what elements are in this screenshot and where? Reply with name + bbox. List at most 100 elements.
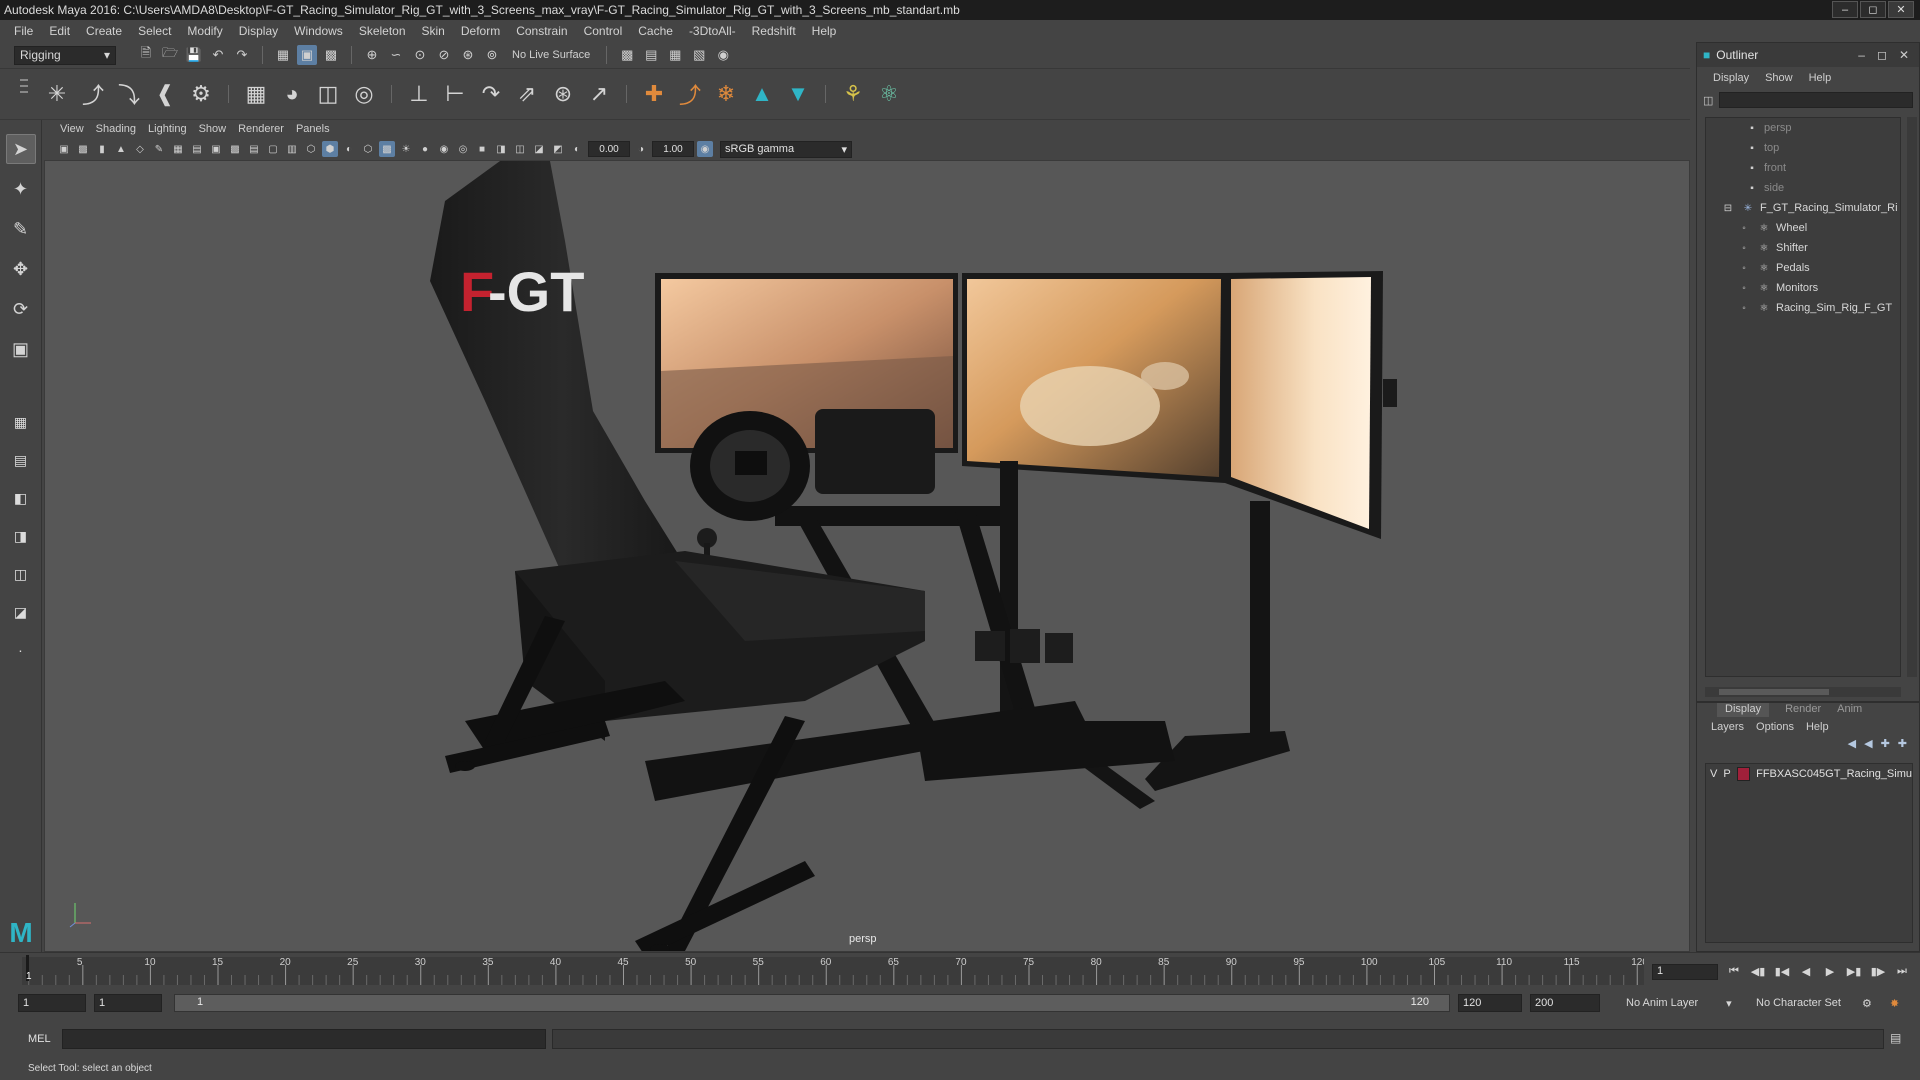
bookmark-icon[interactable]: ▮ bbox=[94, 141, 110, 157]
new-scene-icon[interactable]: 🗎 bbox=[136, 45, 156, 65]
layer-row[interactable]: V P FFBXASC045GT_Racing_Simu bbox=[1706, 764, 1912, 784]
paint-weights-icon[interactable]: ◕ bbox=[277, 79, 307, 109]
panel-menu-shading[interactable]: Shading bbox=[90, 123, 142, 135]
xray-joints-icon[interactable]: ◪ bbox=[531, 141, 547, 157]
menu-help[interactable]: Help bbox=[804, 24, 845, 38]
playback-start-field[interactable]: 1 bbox=[94, 994, 162, 1012]
grease-pencil-icon[interactable]: ✎ bbox=[151, 141, 167, 157]
menu-file[interactable]: File bbox=[6, 24, 41, 38]
snap-grid-icon[interactable]: ⊕ bbox=[362, 45, 382, 65]
close-icon[interactable]: ✕ bbox=[1899, 48, 1909, 62]
range-bar[interactable]: 1 120 bbox=[174, 994, 1450, 1012]
menu-3dtoall[interactable]: -3DtoAll- bbox=[681, 24, 744, 38]
lattice-icon[interactable]: ◫ bbox=[313, 79, 343, 109]
two-d-pan-icon[interactable]: ◇ bbox=[132, 141, 148, 157]
undo-icon[interactable]: ↶ bbox=[208, 45, 228, 65]
motion-blur-icon[interactable]: ◎ bbox=[455, 141, 471, 157]
render-settings-icon[interactable]: ▩ bbox=[617, 45, 637, 65]
image-plane-icon[interactable]: ▲ bbox=[113, 141, 129, 157]
menu-display[interactable]: Display bbox=[231, 24, 286, 38]
rotate-tool-icon[interactable]: ⟳ bbox=[6, 294, 36, 324]
outliner-menu-display[interactable]: Display bbox=[1705, 72, 1757, 84]
outliner-menu-help[interactable]: Help bbox=[1801, 72, 1840, 84]
time-slider-track[interactable]: 5 10 15 20 25 30 35 40 45 50 55 60 65 70 75 80 85 90 95 100… bbox=[22, 957, 1648, 985]
outliner-menu-show[interactable]: Show bbox=[1757, 72, 1801, 84]
animation-start-field[interactable]: 1 bbox=[18, 994, 86, 1012]
outliner-horizontal-scrollbar[interactable] bbox=[1705, 687, 1901, 697]
panel-menu-view[interactable]: View bbox=[54, 123, 90, 135]
step-back-key-icon[interactable]: ▮◀ bbox=[1772, 962, 1792, 980]
render-frame-icon[interactable]: ▤ bbox=[641, 45, 661, 65]
filter-icon[interactable]: ◫ bbox=[1703, 94, 1713, 107]
outliner-item-root[interactable]: ⊟ ✳ F_GT_Racing_Simulator_Ri bbox=[1706, 198, 1900, 218]
layer-playback-toggle[interactable]: P bbox=[1723, 768, 1730, 780]
anim-layer-dropdown[interactable]: No Anim Layer ▾ bbox=[1626, 994, 1732, 1012]
xray-icon[interactable]: ◫ bbox=[512, 141, 528, 157]
shadows-icon[interactable]: ● bbox=[417, 141, 433, 157]
smooth-shade-icon[interactable]: ⬢ bbox=[322, 141, 338, 157]
menu-set-dropdown[interactable]: Rigging ▾ bbox=[14, 45, 116, 65]
hypershade-icon[interactable]: ◉ bbox=[713, 45, 733, 65]
orient-joint-icon[interactable]: ❰ bbox=[150, 79, 180, 109]
go-to-start-icon[interactable]: ⏮ bbox=[1724, 962, 1744, 980]
minimize-icon[interactable]: – bbox=[1832, 1, 1858, 18]
orient-constraint-icon[interactable]: ↷ bbox=[476, 79, 506, 109]
minimize-icon[interactable]: – bbox=[1858, 48, 1865, 62]
menu-cache[interactable]: Cache bbox=[630, 24, 681, 38]
panel-menu-lighting[interactable]: Lighting bbox=[142, 123, 193, 135]
panel-menu-panels[interactable]: Panels bbox=[290, 123, 336, 135]
cluster-icon[interactable]: ◎ bbox=[349, 79, 379, 109]
grid-icon[interactable]: ▦ bbox=[170, 141, 186, 157]
outliner-item-pedals[interactable]: ◦ ⚛ Pedals bbox=[1706, 258, 1900, 278]
resolution-gate-icon[interactable]: ▣ bbox=[208, 141, 224, 157]
menu-skeleton[interactable]: Skeleton bbox=[351, 24, 414, 38]
locator-icon[interactable]: ✚ bbox=[639, 79, 669, 109]
select-camera-icon[interactable]: ▣ bbox=[56, 141, 72, 157]
move-tool-icon[interactable]: ✥ bbox=[6, 254, 36, 284]
set-driven-key-icon[interactable]: ⚘ bbox=[838, 79, 868, 109]
menu-modify[interactable]: Modify bbox=[179, 24, 230, 38]
ipr-render-icon[interactable]: ▦ bbox=[665, 45, 685, 65]
select-component-icon[interactable]: ▩ bbox=[321, 45, 341, 65]
textured-icon[interactable]: ▩ bbox=[379, 141, 395, 157]
animation-end-field[interactable]: 200 bbox=[1530, 994, 1600, 1012]
render-view-icon[interactable]: ▧ bbox=[689, 45, 709, 65]
menu-create[interactable]: Create bbox=[78, 24, 130, 38]
move-layer-down-icon[interactable]: ◀ bbox=[1864, 737, 1872, 757]
more-layouts-icon[interactable]: · bbox=[6, 636, 36, 664]
live-surface-label[interactable]: No Live Surface bbox=[506, 49, 596, 61]
step-forward-frame-icon[interactable]: ▮▶ bbox=[1868, 962, 1888, 980]
outliner-item-wheel[interactable]: ◦ ⚛ Wheel bbox=[1706, 218, 1900, 238]
screen-space-ao-icon[interactable]: ◉ bbox=[436, 141, 452, 157]
exposure-field[interactable]: 0.00 bbox=[588, 141, 630, 157]
current-frame-field[interactable]: 1 bbox=[1652, 964, 1718, 980]
menu-redshift[interactable]: Redshift bbox=[744, 24, 804, 38]
snap-view-icon[interactable]: ⊘ bbox=[434, 45, 454, 65]
menu-edit[interactable]: Edit bbox=[41, 24, 78, 38]
tab-display[interactable]: Display bbox=[1717, 703, 1770, 717]
layer-menu-layers[interactable]: Layers bbox=[1705, 721, 1750, 733]
outliner-item-side[interactable]: ▪ side bbox=[1706, 178, 1900, 198]
color-management-icon[interactable]: ◉ bbox=[697, 141, 713, 157]
maximize-icon[interactable]: ◻ bbox=[1860, 1, 1886, 18]
redo-icon[interactable]: ↷ bbox=[232, 45, 252, 65]
character-controls-icon[interactable]: ▼ bbox=[783, 79, 813, 109]
scale-constraint-icon[interactable]: ⇗ bbox=[512, 79, 542, 109]
wireframe-icon[interactable]: ⬡ bbox=[303, 141, 319, 157]
view-transform-dropdown[interactable]: sRGB gamma ▾ bbox=[720, 140, 852, 158]
script-editor-layout-icon[interactable]: ◪ bbox=[6, 598, 36, 626]
layer-menu-help[interactable]: Help bbox=[1800, 721, 1835, 733]
joint-label-icon[interactable]: ⤴ bbox=[675, 79, 705, 109]
collapse-icon[interactable]: ⊟ bbox=[1720, 203, 1736, 214]
new-layer-selected-icon[interactable]: ✚ bbox=[1898, 737, 1907, 757]
new-layer-icon[interactable]: ✚ bbox=[1881, 737, 1890, 757]
xray-components-icon[interactable]: ◩ bbox=[550, 141, 566, 157]
pole-vector-icon[interactable]: ↗ bbox=[584, 79, 614, 109]
persp-graph-layout-icon[interactable]: ◨ bbox=[6, 522, 36, 550]
outliner-item-persp[interactable]: ▪ persp bbox=[1706, 118, 1900, 138]
maximize-icon[interactable]: ◻ bbox=[1877, 48, 1887, 62]
gate-mask-icon[interactable]: ▩ bbox=[227, 141, 243, 157]
hypershade-layout-icon[interactable]: ◫ bbox=[6, 560, 36, 588]
snap-curve-icon[interactable]: ∽ bbox=[386, 45, 406, 65]
script-editor-icon[interactable]: ▤ bbox=[1890, 1031, 1908, 1049]
